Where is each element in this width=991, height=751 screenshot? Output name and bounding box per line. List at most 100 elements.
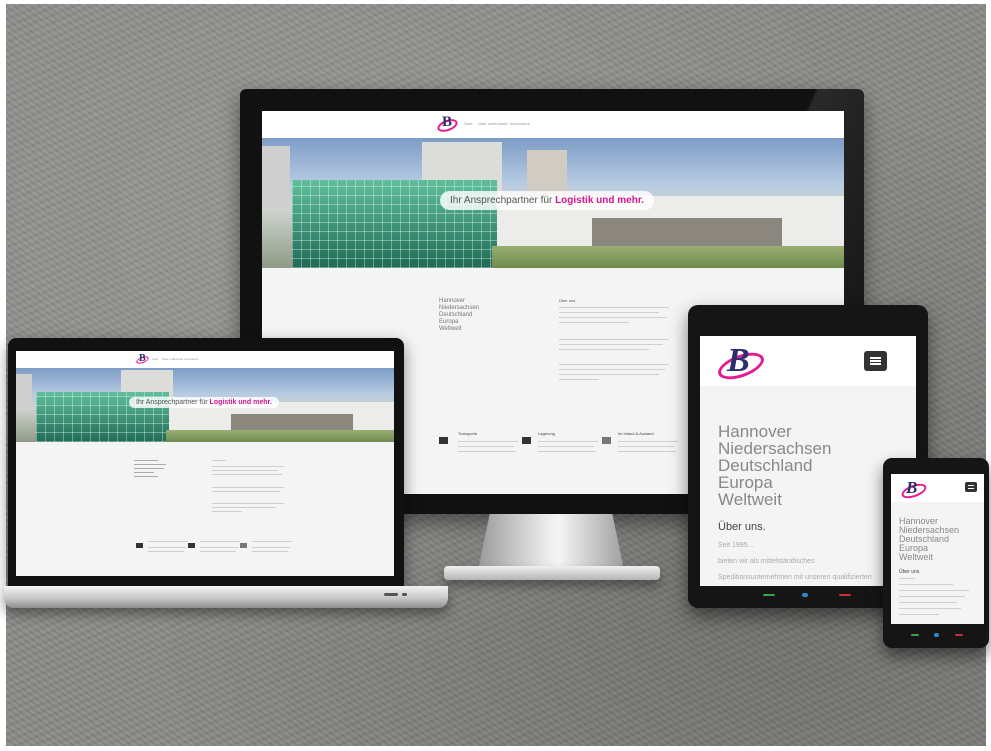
text-line: [134, 468, 164, 469]
site-logo[interactable]: B: [727, 342, 750, 380]
text-line: [618, 451, 676, 452]
grass: [166, 430, 394, 442]
site-logo[interactable]: B: [906, 478, 917, 498]
text-line: [212, 487, 284, 488]
tagline-highlight: Logistik und mehr.: [555, 195, 644, 206]
text-line: [212, 511, 242, 512]
nav-item-imprint[interactable]: Impressum: [510, 121, 530, 126]
place-weltweit: Weltweit: [439, 326, 462, 332]
site-header: B Start Über uns Kontakt Impressum: [262, 111, 844, 138]
menu-icon: [968, 485, 974, 489]
place-niedersachsen: Niedersachsen: [439, 305, 480, 311]
text-line: [559, 317, 667, 318]
text-line: [148, 541, 188, 542]
phone-call-icon[interactable]: [911, 634, 919, 636]
truck-icon: [439, 437, 448, 444]
service-transport: Transporte: [458, 431, 478, 436]
warehouse-roof: [231, 414, 353, 430]
text-line: [458, 441, 518, 442]
site-header: B Start Über uns Kontakt Impressum: [16, 351, 394, 368]
place-niedersachsen: Niedersachsen: [718, 439, 832, 458]
text-line: [134, 464, 166, 465]
text-line: [458, 451, 516, 452]
text-line: [212, 507, 276, 508]
place-weltweit: Weltweit: [899, 552, 933, 562]
text-line: [899, 614, 939, 615]
silo: [16, 374, 32, 408]
menu-button[interactable]: [864, 351, 887, 371]
text-line: [134, 472, 154, 473]
nav-item-start[interactable]: Start: [464, 121, 472, 126]
text-line: [148, 551, 184, 552]
nav-item-about[interactable]: Über uns: [478, 121, 494, 126]
nav-item-contact[interactable]: Kontakt: [173, 357, 183, 361]
smartphone: B Hannover Niedersachsen Deutschland Eur…: [883, 458, 989, 648]
text-line: [212, 470, 278, 471]
laptop-base: [4, 586, 448, 608]
silo: [262, 146, 290, 206]
text-line: [200, 547, 238, 548]
nav-item-start[interactable]: Start: [152, 357, 158, 361]
place-weltweit: Weltweit: [718, 490, 782, 509]
phone-end-icon[interactable]: [955, 634, 963, 636]
text-line: [252, 541, 292, 542]
grass: [492, 246, 844, 268]
text-line: [538, 451, 596, 452]
nav-item-contact[interactable]: Kontakt: [494, 121, 508, 126]
truck-icon: [136, 543, 143, 548]
text-line: [212, 474, 282, 475]
hero-image: Ihr Ansprechpartner für Logistik und meh…: [16, 368, 394, 442]
menu-button[interactable]: [965, 482, 977, 492]
home-icon[interactable]: [802, 593, 808, 597]
text-line: [134, 476, 158, 477]
hero-tagline: Ihr Ansprechpartner für Logistik und meh…: [129, 397, 279, 408]
text-line: [252, 547, 290, 548]
warehouse-icon: [188, 543, 195, 548]
text-line: [559, 374, 659, 375]
text-line: [538, 441, 598, 442]
hero-image: Ihr Ansprechpartner für Logistik und meh…: [262, 138, 844, 268]
text-line: [458, 446, 514, 447]
site-logo[interactable]: B: [442, 114, 452, 131]
about-heading: Über uns.: [718, 521, 766, 533]
phone-end-icon[interactable]: [839, 594, 851, 596]
site-header: B: [891, 474, 984, 502]
text-line: [899, 590, 969, 591]
tagline-prefix: Ihr Ansprechpartner für: [450, 195, 553, 206]
text-line: [200, 551, 236, 552]
service-international: Im Inland & Ausland: [618, 431, 654, 436]
text-line: [559, 312, 659, 313]
text-line: [559, 369, 665, 370]
text-line: [148, 547, 186, 548]
text-line: [559, 364, 669, 365]
text-line: [212, 491, 280, 492]
home-icon[interactable]: [934, 633, 939, 637]
text-line: [899, 578, 915, 579]
laptop-screen: B Start Über uns Kontakt Impressum Ihr A…: [16, 351, 394, 576]
laptop-trackpad-notch: [384, 593, 398, 596]
about-line-3: Speditionsunternehmen mit unseren qualif…: [718, 574, 872, 581]
phone-screen: B Hannover Niedersachsen Deutschland Eur…: [891, 474, 984, 624]
text-line: [559, 307, 669, 308]
text-line: [559, 339, 669, 340]
phone-call-icon[interactable]: [763, 594, 775, 596]
tagline-prefix: Ihr Ansprechpartner für: [136, 399, 208, 406]
warehouse-roof: [592, 218, 782, 246]
site-logo[interactable]: B: [139, 353, 146, 364]
text-line: [212, 466, 284, 467]
laptop-indicator: [402, 593, 407, 596]
about-line-2: bieten wir als mittelständisches: [718, 558, 815, 565]
site-header: B: [700, 336, 916, 386]
text-line: [559, 344, 663, 345]
text-line: [899, 584, 953, 585]
text-line: [559, 349, 649, 350]
about-line-1: Seit 1995...: [718, 542, 754, 549]
nav-item-imprint[interactable]: Impressum: [184, 357, 199, 361]
warehouse-icon: [522, 437, 531, 444]
monitor-stand-base: [444, 566, 660, 580]
about-heading: Über uns.: [899, 569, 921, 575]
service-storage: Lagerung: [538, 431, 555, 436]
place-europa: Europa: [439, 319, 459, 325]
hero-tagline: Ihr Ansprechpartner für Logistik und meh…: [440, 191, 654, 210]
place-hannover: Hannover: [718, 422, 792, 441]
